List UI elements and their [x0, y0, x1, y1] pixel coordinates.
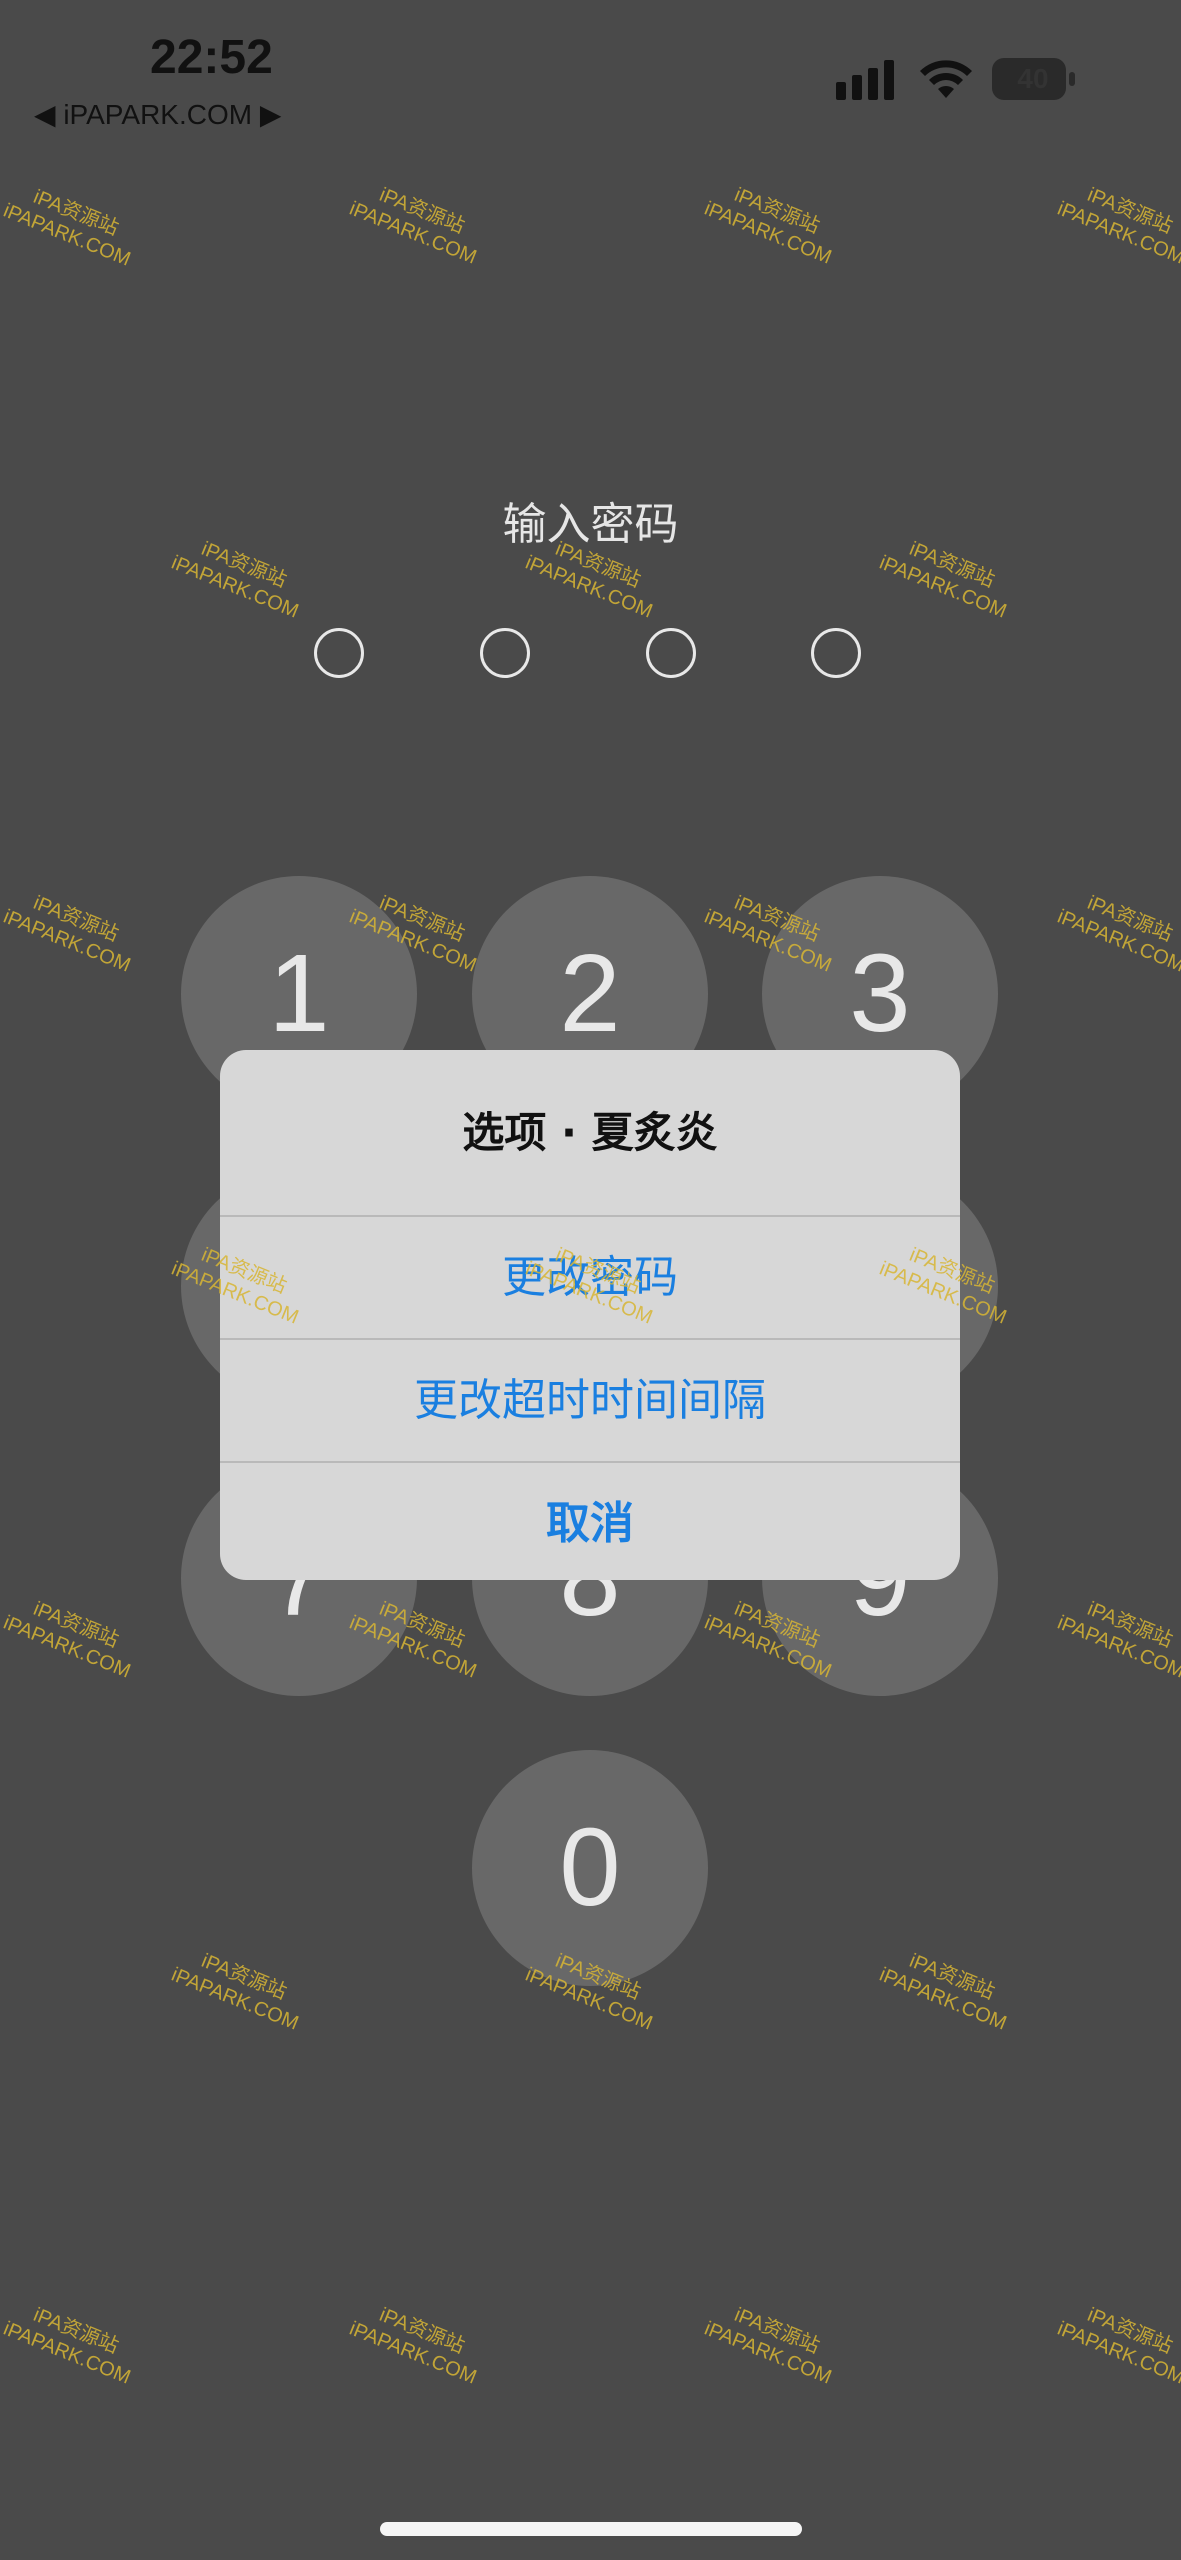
watermark: iPA资源站 iPAPARK.COM: [0, 1588, 143, 1683]
cancel-button[interactable]: 取消: [220, 1461, 960, 1580]
watermark: iPA资源站 iPAPARK.COM: [1054, 882, 1181, 977]
watermark: iPA资源站 iPAPARK.COM: [1054, 1588, 1181, 1683]
watermark-line: iPAPARK.COM: [1054, 197, 1181, 269]
passcode-dot: [314, 628, 364, 678]
watermark: iPA资源站 iPAPARK.COM: [346, 2294, 489, 2389]
watermark-line: iPAPARK.COM: [1054, 905, 1181, 977]
watermark: iPA资源站 iPAPARK.COM: [0, 2294, 143, 2389]
watermark-line: iPA资源站: [1084, 891, 1176, 946]
change-password-button[interactable]: 更改密码: [220, 1215, 960, 1338]
watermark-line: iPA资源站: [198, 1949, 290, 2004]
watermark: iPA资源站 iPAPARK.COM: [876, 1940, 1019, 2035]
watermark-line: iPA资源站: [376, 183, 468, 238]
watermark: iPA资源站 iPAPARK.COM: [1054, 174, 1181, 269]
watermark: iPA资源站 iPAPARK.COM: [346, 174, 489, 269]
passcode-dot: [811, 628, 861, 678]
watermark-line: iPAPARK.COM: [701, 197, 835, 269]
change-timeout-button[interactable]: 更改超时时间间隔: [220, 1338, 960, 1461]
passcode-prompt: 输入密码: [502, 499, 679, 550]
options-alert: 选项 · 夏炙炎 更改密码 更改超时时间间隔 取消: [220, 1050, 960, 1580]
watermark-line: iPA资源站: [30, 185, 122, 240]
watermark-line: iPAPARK.COM: [522, 551, 656, 623]
watermark-line: iPAPARK.COM: [1054, 1611, 1181, 1683]
watermark-line: iPAPARK.COM: [1054, 2317, 1181, 2389]
watermark: iPA资源站 iPAPARK.COM: [0, 882, 143, 977]
watermark-line: iPA资源站: [30, 2303, 122, 2358]
home-indicator[interactable]: [380, 2522, 802, 2536]
watermark-line: iPA资源站: [30, 891, 122, 946]
status-time: 22:52: [150, 31, 273, 84]
watermark-line: iPAPARK.COM: [0, 1611, 134, 1683]
watermark: iPA资源站 iPAPARK.COM: [701, 2294, 844, 2389]
watermark-line: iPAPARK.COM: [168, 551, 302, 623]
watermark-line: iPA资源站: [1084, 183, 1176, 238]
watermark-line: iPAPARK.COM: [876, 551, 1010, 623]
wifi-icon: [920, 60, 972, 98]
watermark-line: iPAPARK.COM: [346, 197, 480, 269]
watermark-line: iPA资源站: [731, 183, 823, 238]
watermark: iPA资源站 iPAPARK.COM: [701, 174, 844, 269]
watermark-line: iPA资源站: [906, 1949, 998, 2004]
passcode-screen: 22:52 ◀ iPAPARK.COM ▶ 40 输入密码 1 2 3 4 5 …: [0, 0, 1181, 2560]
alert-title: 选项 · 夏炙炎: [462, 1108, 718, 1157]
passcode-dot: [480, 628, 530, 678]
watermark-line: iPAPARK.COM: [0, 2317, 134, 2389]
passcode-dot: [646, 628, 696, 678]
watermark-line: iPAPARK.COM: [346, 2317, 480, 2389]
battery-level: 40: [1017, 63, 1049, 94]
watermark: iPA资源站 iPAPARK.COM: [168, 1940, 311, 2035]
watermark-line: iPA资源站: [1084, 2303, 1176, 2358]
watermark-line: iPAPARK.COM: [0, 199, 134, 271]
watermark: iPA资源站 iPAPARK.COM: [1054, 2294, 1181, 2389]
watermark-line: iPA资源站: [30, 1597, 122, 1652]
watermark-line: iPAPARK.COM: [701, 2317, 835, 2389]
passcode-dots: [314, 628, 870, 684]
keypad-key-0[interactable]: 0: [472, 1750, 708, 1986]
watermark-line: iPAPARK.COM: [0, 905, 134, 977]
watermark-line: iPA资源站: [376, 2303, 468, 2358]
watermark-line: iPA资源站: [1084, 1597, 1176, 1652]
cellular-signal-icon: [836, 60, 894, 100]
watermark-line: iPAPARK.COM: [168, 1963, 302, 2035]
watermark: iPA资源站 iPAPARK.COM: [0, 176, 143, 271]
watermark-line: iPAPARK.COM: [876, 1963, 1010, 2035]
back-to-app-link[interactable]: ◀ iPAPARK.COM ▶: [34, 98, 281, 131]
watermark-line: iPA资源站: [731, 2303, 823, 2358]
